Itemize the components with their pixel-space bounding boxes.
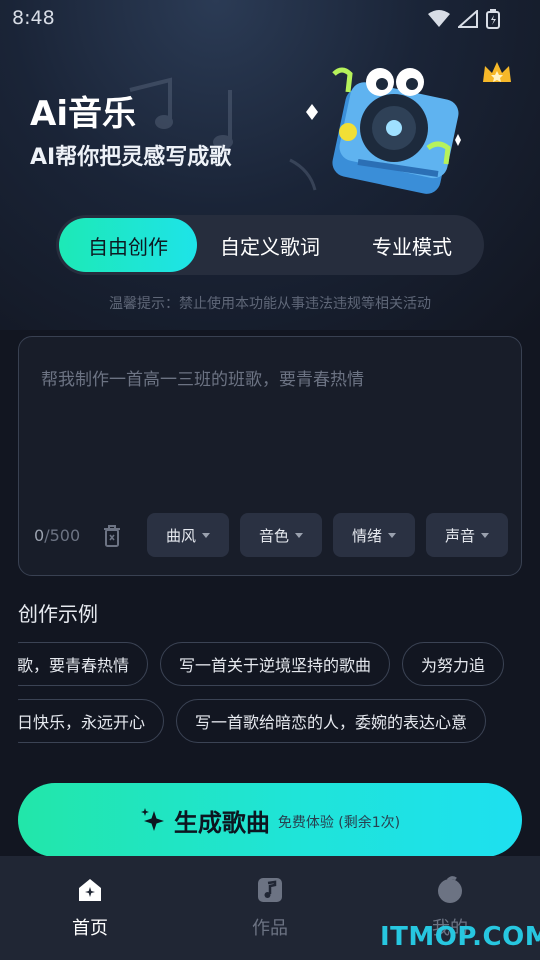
sparkle-icon xyxy=(140,808,164,831)
nav-works[interactable]: 作品 xyxy=(180,856,360,960)
status-time: 8:48 xyxy=(12,7,55,29)
music-note-icon xyxy=(258,878,282,902)
vip-crown-icon[interactable] xyxy=(480,58,514,88)
voice-dropdown[interactable]: 声音 xyxy=(426,513,508,557)
generate-label: 生成歌曲 xyxy=(173,808,270,837)
tab-label: 自定义歌词 xyxy=(220,234,320,259)
examples-row-2[interactable]: 日快乐，永远开心 写一首歌给暗恋的人，委婉的表达心意 xyxy=(18,699,522,745)
home-icon xyxy=(79,879,101,901)
example-chip[interactable]: 为努力追 xyxy=(402,642,505,686)
examples-heading: 创作示例 xyxy=(18,602,98,626)
chip-label: 情绪 xyxy=(351,526,382,545)
example-text: 写一首关于逆境坚持的歌曲 xyxy=(179,656,372,675)
tab-custom-lyrics[interactable]: 自定义歌词 xyxy=(197,218,343,272)
caret-down-icon xyxy=(388,532,396,538)
clear-trash-icon[interactable] xyxy=(101,524,123,548)
tab-label: 自由创作 xyxy=(88,234,168,259)
example-chip[interactable]: 歌，要青春热情 xyxy=(18,642,149,686)
tab-pro-mode[interactable]: 专业模式 xyxy=(343,218,481,272)
nav-home[interactable]: 首页 xyxy=(0,856,180,960)
example-text: 为努力追 xyxy=(421,656,486,675)
tab-free-create[interactable]: 自由创作 xyxy=(59,218,197,272)
chip-label: 曲风 xyxy=(165,526,196,545)
example-text: 写一首歌给暗恋的人，委婉的表达心意 xyxy=(195,713,468,732)
style-dropdown[interactable]: 曲风 xyxy=(147,513,229,557)
music-notes-decoration xyxy=(129,77,317,191)
example-chip[interactable]: 写一首歌给暗恋的人，委婉的表达心意 xyxy=(176,699,487,743)
prompt-input[interactable] xyxy=(41,365,501,485)
example-text: 日快乐，永远开心 xyxy=(18,713,146,732)
nav-label: 作品 xyxy=(252,918,288,939)
caret-down-icon xyxy=(481,532,489,538)
chip-label: 音色 xyxy=(258,526,289,545)
example-chip[interactable]: 写一首关于逆境坚持的歌曲 xyxy=(160,642,391,686)
examples-track: 日快乐，永远开心 写一首歌给暗恋的人，委婉的表达心意 xyxy=(18,699,487,743)
app-subtitle: AI帮你把灵感写成歌 xyxy=(30,145,232,170)
status-bar: 8:48 xyxy=(0,0,540,36)
generate-sublabel: 免费体验 (剩余1次) xyxy=(277,815,401,831)
char-count: 0/500 xyxy=(34,526,80,545)
examples-track: 歌，要青春热情 写一首关于逆境坚持的歌曲 为努力追 xyxy=(18,642,505,686)
caret-down-icon xyxy=(202,532,210,538)
mascot-record-player-illustration xyxy=(306,67,461,194)
battery-icon xyxy=(486,9,500,29)
mode-tabs: 自由创作 自定义歌词 专业模式 xyxy=(56,215,484,275)
chip-label: 声音 xyxy=(444,526,475,545)
example-chip[interactable]: 日快乐，永远开心 xyxy=(18,699,165,743)
example-text: 歌，要青春热情 xyxy=(18,656,130,675)
status-icons xyxy=(428,9,500,29)
wifi-icon xyxy=(428,10,450,27)
nav-label: 首页 xyxy=(72,918,108,939)
watermark: ITMOP.COM xyxy=(380,922,540,952)
usage-tip: 温馨提示：禁止使用本功能从事违法违规等相关活动 xyxy=(109,296,431,312)
signal-icon xyxy=(458,10,478,28)
prompt-card: 0/500 曲风 音色 情绪 声音 xyxy=(18,336,522,576)
mood-dropdown[interactable]: 情绪 xyxy=(333,513,415,557)
profile-icon xyxy=(438,876,462,903)
tab-label: 专业模式 xyxy=(372,234,452,259)
char-count-max: /500 xyxy=(44,526,81,545)
app-title: Ai音乐 xyxy=(30,94,136,134)
generate-song-button[interactable]: 生成歌曲 免费体验 (剩余1次) xyxy=(18,783,522,857)
char-count-current: 0 xyxy=(34,526,45,545)
caret-down-icon xyxy=(295,532,303,538)
examples-row-1[interactable]: 歌，要青春热情 写一首关于逆境坚持的歌曲 为努力追 xyxy=(18,642,522,688)
timbre-dropdown[interactable]: 音色 xyxy=(240,513,322,557)
